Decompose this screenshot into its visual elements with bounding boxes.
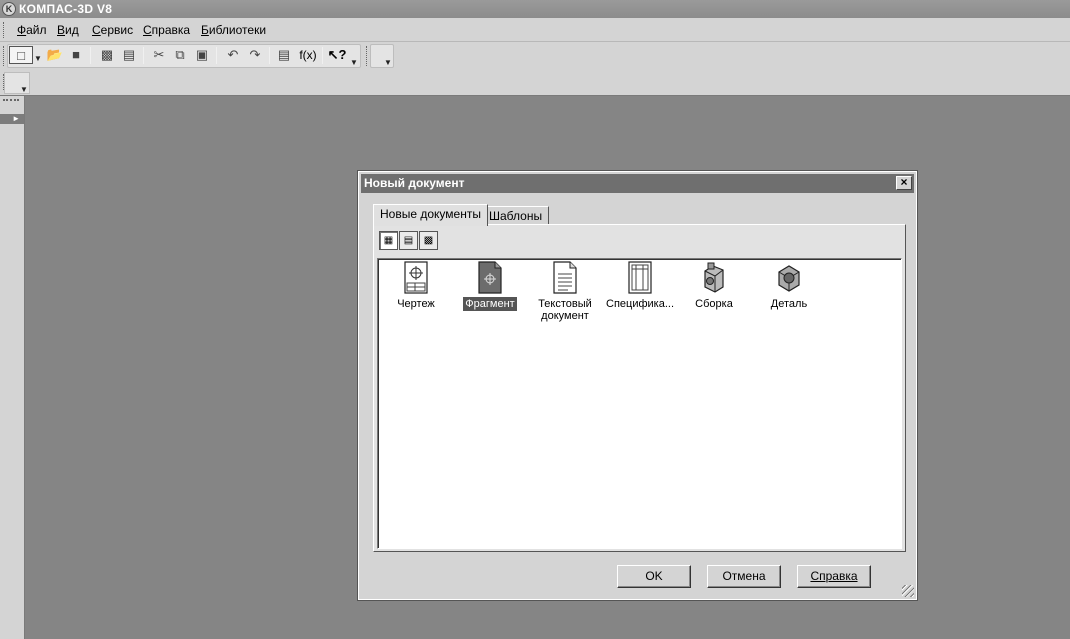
toolbar-separator	[216, 47, 217, 64]
print-preview-icon[interactable]: ▤	[120, 46, 138, 64]
list-item-text-document[interactable]: Текстовый документ	[528, 261, 602, 323]
tab-new-documents[interactable]: Новые документы	[373, 204, 488, 226]
fragment-icon	[478, 261, 502, 294]
compact-panel: ►	[0, 96, 25, 639]
text-document-icon	[553, 261, 577, 294]
app-title: КОМПАС-3D V8	[19, 2, 113, 16]
tab-panel: ▦ ▤ ▩ Чертеж Фрагмент Текстовый документ…	[373, 224, 906, 552]
doc-label-part: Деталь	[770, 298, 808, 310]
menubar-grip[interactable]	[3, 22, 6, 38]
help-button[interactable]: Справка	[797, 565, 871, 588]
list-item-part[interactable]: Деталь	[752, 261, 826, 311]
specification-icon	[628, 261, 652, 294]
new-document-icon[interactable]: □	[9, 46, 33, 64]
secondary-toolbar-overflow-icon[interactable]: ▼	[20, 85, 28, 94]
dialog-title: Новый документ	[364, 176, 465, 190]
close-icon[interactable]: ×	[896, 176, 912, 190]
menu-libraries[interactable]: Библиотеки	[201, 23, 266, 37]
menu-view-mnemonic: В	[57, 23, 66, 37]
new-document-dialog: Новый документ × Новые документы Шаблоны…	[357, 170, 918, 601]
save-icon[interactable]: ■	[67, 46, 85, 64]
doc-label-drawing: Чертеж	[397, 298, 435, 310]
toolbar-separator	[143, 47, 144, 64]
list-view-icon[interactable]: ▤	[399, 231, 418, 250]
menu-file-mnemonic: Ф	[17, 23, 27, 37]
standard-toolbar: □ ▼ 📂 ■ ▩ ▤ ✂ ⧉ ▣ ↶ ↷ ▤ f(x) ↖? ▼ ▼	[0, 42, 1070, 70]
menu-help-mnemonic: С	[143, 23, 152, 37]
menu-service-mnemonic: С	[92, 23, 101, 37]
copy-icon[interactable]: ⧉	[171, 46, 189, 64]
document-type-list: Чертеж Фрагмент Текстовый документ Специ…	[377, 258, 902, 549]
secondary-toolbar: ▼	[0, 70, 1070, 96]
open-icon[interactable]: 📂	[46, 46, 64, 64]
toolbar-separator	[322, 47, 323, 64]
function-icon[interactable]: f(x)	[297, 46, 319, 64]
doc-label-specification: Специфика...	[606, 298, 674, 310]
list-item-fragment[interactable]: Фрагмент	[453, 261, 527, 311]
app-title-bar: K КОМПАС-3D V8	[0, 0, 1070, 18]
toolbar-grip-2[interactable]	[366, 46, 369, 66]
list-item-specification[interactable]: Специфика...	[603, 261, 677, 311]
paste-icon[interactable]: ▣	[193, 46, 211, 64]
properties-icon[interactable]: ▤	[275, 46, 293, 64]
menu-file[interactable]: Файл	[17, 23, 47, 37]
large-icons-view-icon[interactable]: ▦	[379, 231, 398, 250]
menu-help-rest: правка	[151, 23, 191, 37]
redo-icon[interactable]: ↷	[246, 46, 264, 64]
tab-templates[interactable]: Шаблоны	[482, 206, 550, 226]
ok-button[interactable]: OK	[617, 565, 691, 588]
drawing-icon	[404, 261, 428, 294]
cut-icon[interactable]: ✂	[150, 46, 168, 64]
menu-help[interactable]: Справка	[143, 23, 190, 37]
toolbar-overflow-icon[interactable]: ▼	[350, 58, 358, 67]
menu-service-rest: ервис	[100, 23, 134, 37]
menu-view-rest: ид	[65, 23, 79, 37]
kompas-logo-icon: K	[2, 2, 16, 16]
dialog-title-bar: Новый документ ×	[361, 174, 914, 193]
details-view-icon[interactable]: ▩	[419, 231, 438, 250]
undo-icon[interactable]: ↶	[224, 46, 242, 64]
resize-grip-icon[interactable]	[902, 585, 914, 597]
doc-label-assembly: Сборка	[695, 298, 733, 310]
context-help-icon[interactable]: ↖?	[327, 46, 347, 64]
toolbar-overflow-icon-2[interactable]: ▼	[384, 58, 392, 67]
menu-libraries-rest: иблиотеки	[208, 23, 267, 37]
context-help-label: ?	[338, 47, 347, 62]
menu-file-rest: айл	[26, 23, 47, 37]
list-item-drawing[interactable]: Чертеж	[379, 261, 453, 311]
compact-panel-grip[interactable]	[3, 99, 19, 101]
toolbar-grip[interactable]	[3, 46, 6, 66]
toolbar-separator	[269, 47, 270, 64]
cancel-button[interactable]: Отмена	[707, 565, 781, 588]
menu-bar: Файл Вид Сервис Справка Библиотеки	[0, 18, 1070, 42]
menu-service[interactable]: Сервис	[92, 23, 133, 37]
print-icon[interactable]: ▩	[98, 46, 116, 64]
expand-panel-icon[interactable]: ►	[0, 114, 24, 124]
list-item-assembly[interactable]: Сборка	[677, 261, 751, 311]
doc-label-text-document: Текстовый документ	[538, 298, 592, 322]
part-icon	[778, 265, 800, 292]
toolbar-separator	[90, 47, 91, 64]
new-document-dropdown-icon[interactable]: ▼	[34, 54, 42, 63]
menu-view[interactable]: Вид	[57, 23, 79, 37]
doc-label-fragment: Фрагмент	[463, 297, 517, 311]
menu-libraries-mnemonic: Б	[201, 23, 209, 37]
assembly-icon	[704, 262, 724, 293]
